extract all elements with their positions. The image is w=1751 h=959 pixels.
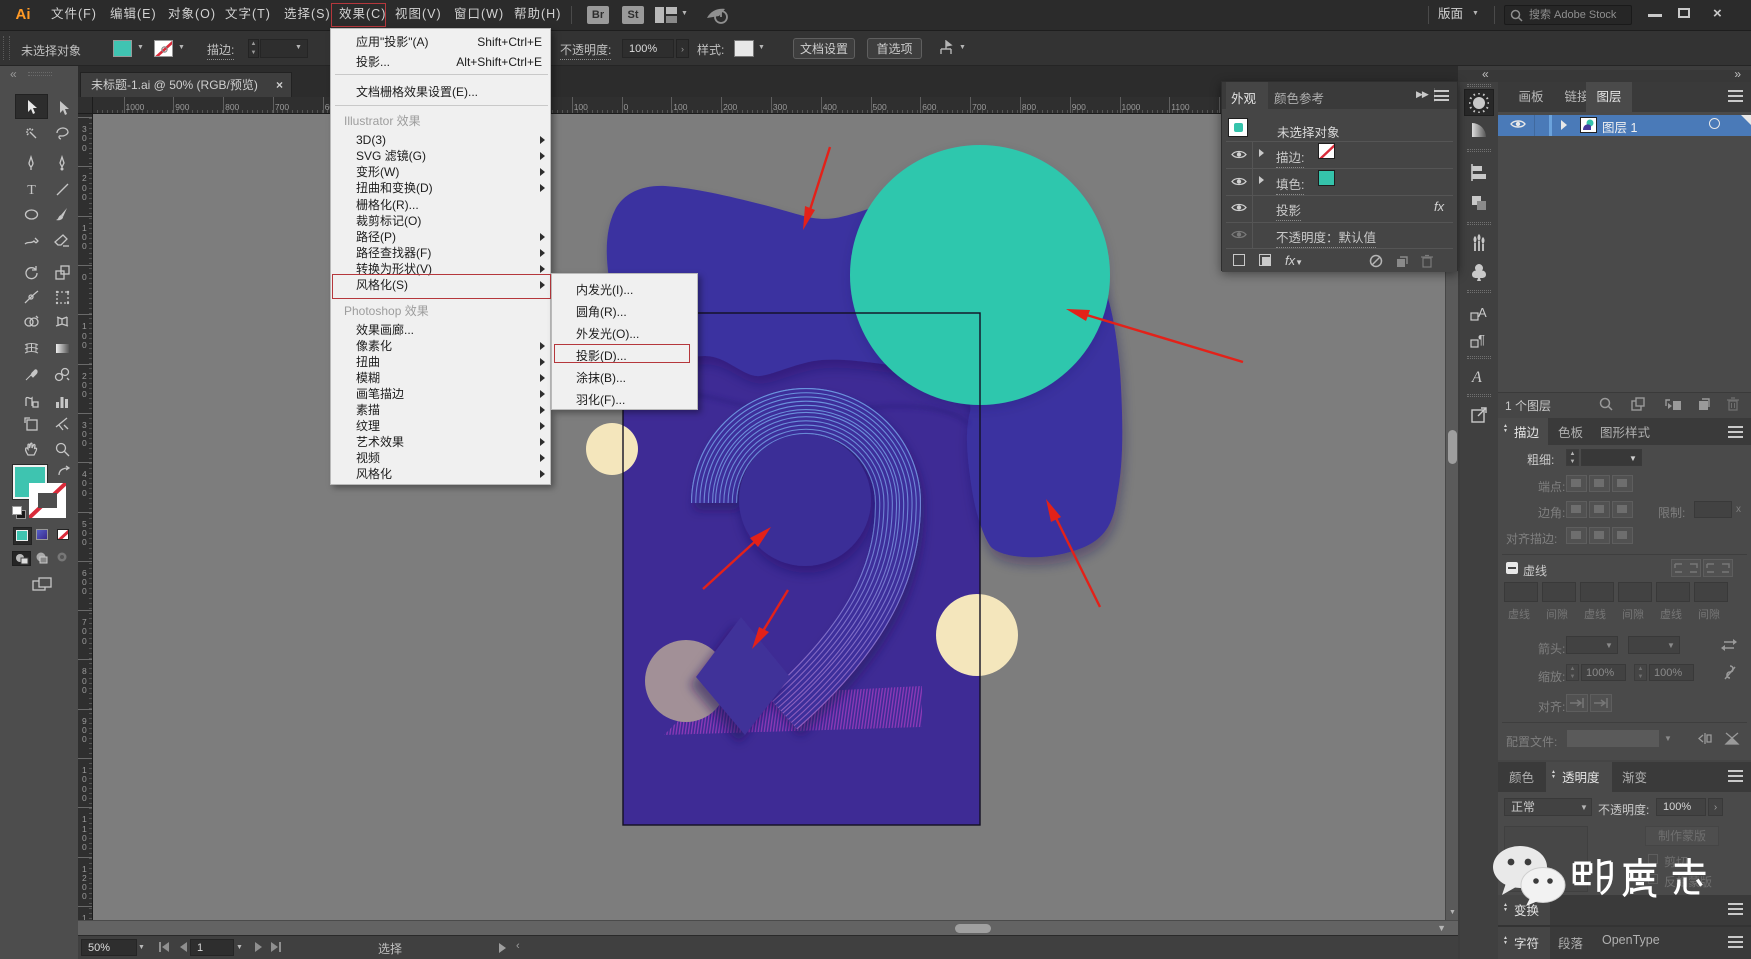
svg-text:A: A bbox=[1471, 369, 1482, 386]
svg-text:T: T bbox=[27, 183, 36, 198]
svg-text:¶: ¶ bbox=[1478, 332, 1485, 347]
svg-text:A: A bbox=[1478, 305, 1487, 320]
